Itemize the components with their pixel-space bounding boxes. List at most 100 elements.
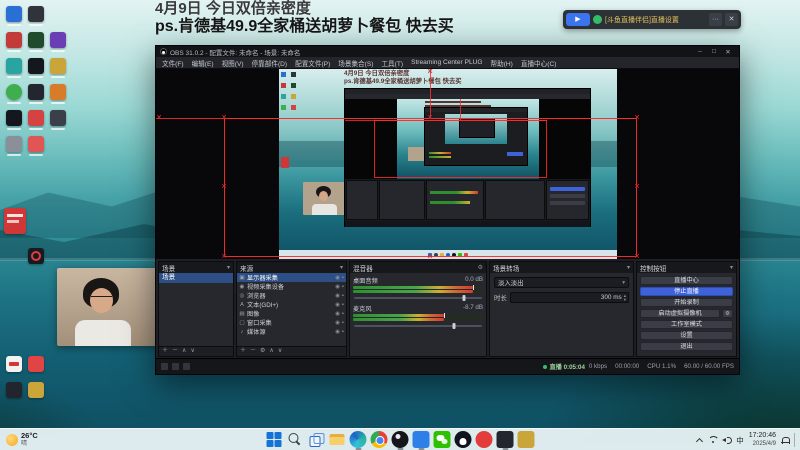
desktop-icon[interactable] [28,84,44,100]
menu-item[interactable]: 停靠部件(D) [248,58,292,68]
desktop-icon[interactable] [6,6,22,22]
control-button[interactable]: 开始录制 [640,298,733,307]
douyu-taskbar-icon[interactable] [412,431,430,450]
desktop-icon[interactable] [50,84,66,100]
chrome-browser-icon[interactable] [370,431,388,448]
lock-icon[interactable]: ▪ [342,275,344,281]
desktop-icon[interactable] [28,356,44,372]
menu-item[interactable]: 视图(V) [218,58,248,68]
scene-item[interactable]: 场景 [159,273,233,283]
desktop-icon[interactable] [28,6,44,22]
selection-handle[interactable]: ✕ [221,115,227,122]
desktop-icon[interactable] [28,136,44,152]
panel-menu-icon[interactable]: ▾ [340,264,343,271]
control-button[interactable]: 直播中心 [640,276,733,285]
source-item[interactable]: ▣ 显示器采集 ◉ ▪ [237,273,346,282]
control-button[interactable]: 设置 [640,331,733,340]
source-selection-box[interactable] [224,118,637,257]
sources-panel-header[interactable]: 来源 ▾ [237,262,346,273]
desktop-icon[interactable] [4,208,26,234]
mixer-settings-icon[interactable]: ⚙ [478,264,483,271]
scene-up-icon[interactable]: ∧ [182,347,186,356]
wechat-icon[interactable] [433,431,451,448]
source-down-icon[interactable]: ∨ [278,347,282,356]
selection-handle[interactable]: ✕ [427,254,433,260]
panel-menu-icon[interactable]: ▾ [627,264,630,271]
visibility-eye-icon[interactable]: ◉ [335,275,340,281]
selection-handle[interactable]: ✕ [221,254,227,260]
more-button[interactable]: ··· [709,13,722,26]
remove-source-icon[interactable]: － [250,347,256,356]
desktop-icon[interactable] [50,110,66,126]
selection-handle[interactable]: ✕ [634,115,640,122]
source-item[interactable]: ♪ 媒体源 ◉ ▪ [237,327,346,337]
wifi-icon[interactable] [708,436,717,444]
control-button[interactable]: 停止直播 [640,287,733,296]
source-item[interactable]: ◎ 浏览器 ◉ ▪ [237,291,346,301]
desktop-icon[interactable] [6,356,22,372]
menu-item[interactable]: 帮助(H) [487,58,517,68]
close-bar-button[interactable]: ✕ [725,13,738,26]
menu-item[interactable]: 配置文件(P) [291,58,334,68]
show-desktop-button[interactable] [794,433,796,447]
desktop-icon[interactable] [50,58,66,74]
obs-titlebar[interactable]: OBS 31.0.2 - 配置文件: 未命名 - 场景: 未命名 – □ ✕ [156,46,739,57]
maximize-button[interactable]: □ [707,48,721,56]
minimize-button[interactable]: – [693,48,707,56]
desktop-icon[interactable] [6,32,22,48]
control-button[interactable]: 退出 [640,342,733,351]
menu-item[interactable]: 工具(T) [377,58,407,68]
visibility-eye-icon[interactable]: ◉ [335,293,340,299]
spin-down-icon[interactable]: ▾ [624,297,626,302]
volume-slider[interactable] [354,295,482,301]
desktop-icon[interactable] [28,32,44,48]
lock-icon[interactable]: ▪ [342,302,344,308]
lock-icon[interactable]: ▪ [342,311,344,317]
desktop-icon[interactable] [28,248,44,264]
dock-layout-icon[interactable] [172,363,179,370]
remove-scene-icon[interactable]: － [172,347,178,356]
panel-menu-icon[interactable]: ▾ [730,264,733,271]
close-button[interactable]: ✕ [721,48,735,56]
selection-handle[interactable]: ✕ [427,69,433,76]
language-indicator[interactable]: 中 [736,435,744,446]
webcam-overlay[interactable] [57,268,160,346]
desktop-icon[interactable] [6,84,22,100]
volume-slider[interactable] [354,323,482,329]
source-item[interactable]: ▢ 窗口采集 ◉ ▪ [237,318,346,328]
mixer-panel-header[interactable]: 混音器 ⚙ [350,262,486,273]
source-item[interactable]: ◉ 视频采集设备 ◉ ▪ [237,282,346,292]
scenes-panel-header[interactable]: 场景 ▾ [159,262,233,273]
selection-handle[interactable]: ✕ [427,115,433,122]
menu-item[interactable]: 编辑(E) [188,58,218,68]
edge-browser-icon[interactable] [349,431,367,450]
selection-handle[interactable]: ✕ [156,115,162,122]
source-item[interactable]: A 文本(GDI+) ◉ ▪ [237,300,346,310]
visibility-eye-icon[interactable]: ◉ [335,329,340,335]
scene-down-icon[interactable]: ∨ [190,347,194,356]
duration-input[interactable]: 300 ms ▴ ▾ [509,292,629,303]
desktop-icon[interactable] [28,110,44,126]
game-launcher-icon[interactable] [496,431,514,450]
control-button[interactable]: 启动虚拟摄像机 [640,309,720,318]
go-live-button[interactable]: ▶ [566,13,590,26]
notification-bell-icon[interactable] [781,436,790,445]
obs-taskbar-icon[interactable] [391,431,409,450]
lock-icon[interactable]: ▪ [342,293,344,299]
douyu-companion-bar[interactable]: ▶ [斗鱼直播伴侣]直播设置 ··· ✕ [563,10,741,29]
visibility-eye-icon[interactable]: ◉ [335,320,340,326]
dock-layout-icon[interactable] [161,363,168,370]
menu-item[interactable]: 场景集合(S) [334,58,377,68]
file-explorer-icon[interactable] [329,431,346,448]
visibility-eye-icon[interactable]: ◉ [335,311,340,317]
source-up-icon[interactable]: ∧ [269,347,273,356]
lock-icon[interactable]: ▪ [342,320,344,326]
tray-overflow-chevron-icon[interactable] [696,437,703,444]
weather-widget[interactable]: 26°C 晴 [6,429,38,450]
desktop-icon[interactable] [6,136,22,152]
selection-handle[interactable]: ✕ [634,254,640,260]
controls-panel-header[interactable]: 控制按钮 ▾ [637,262,736,273]
visibility-eye-icon[interactable]: ◉ [335,284,340,290]
desktop-icon[interactable] [6,58,22,74]
store-app-icon[interactable] [517,431,535,448]
